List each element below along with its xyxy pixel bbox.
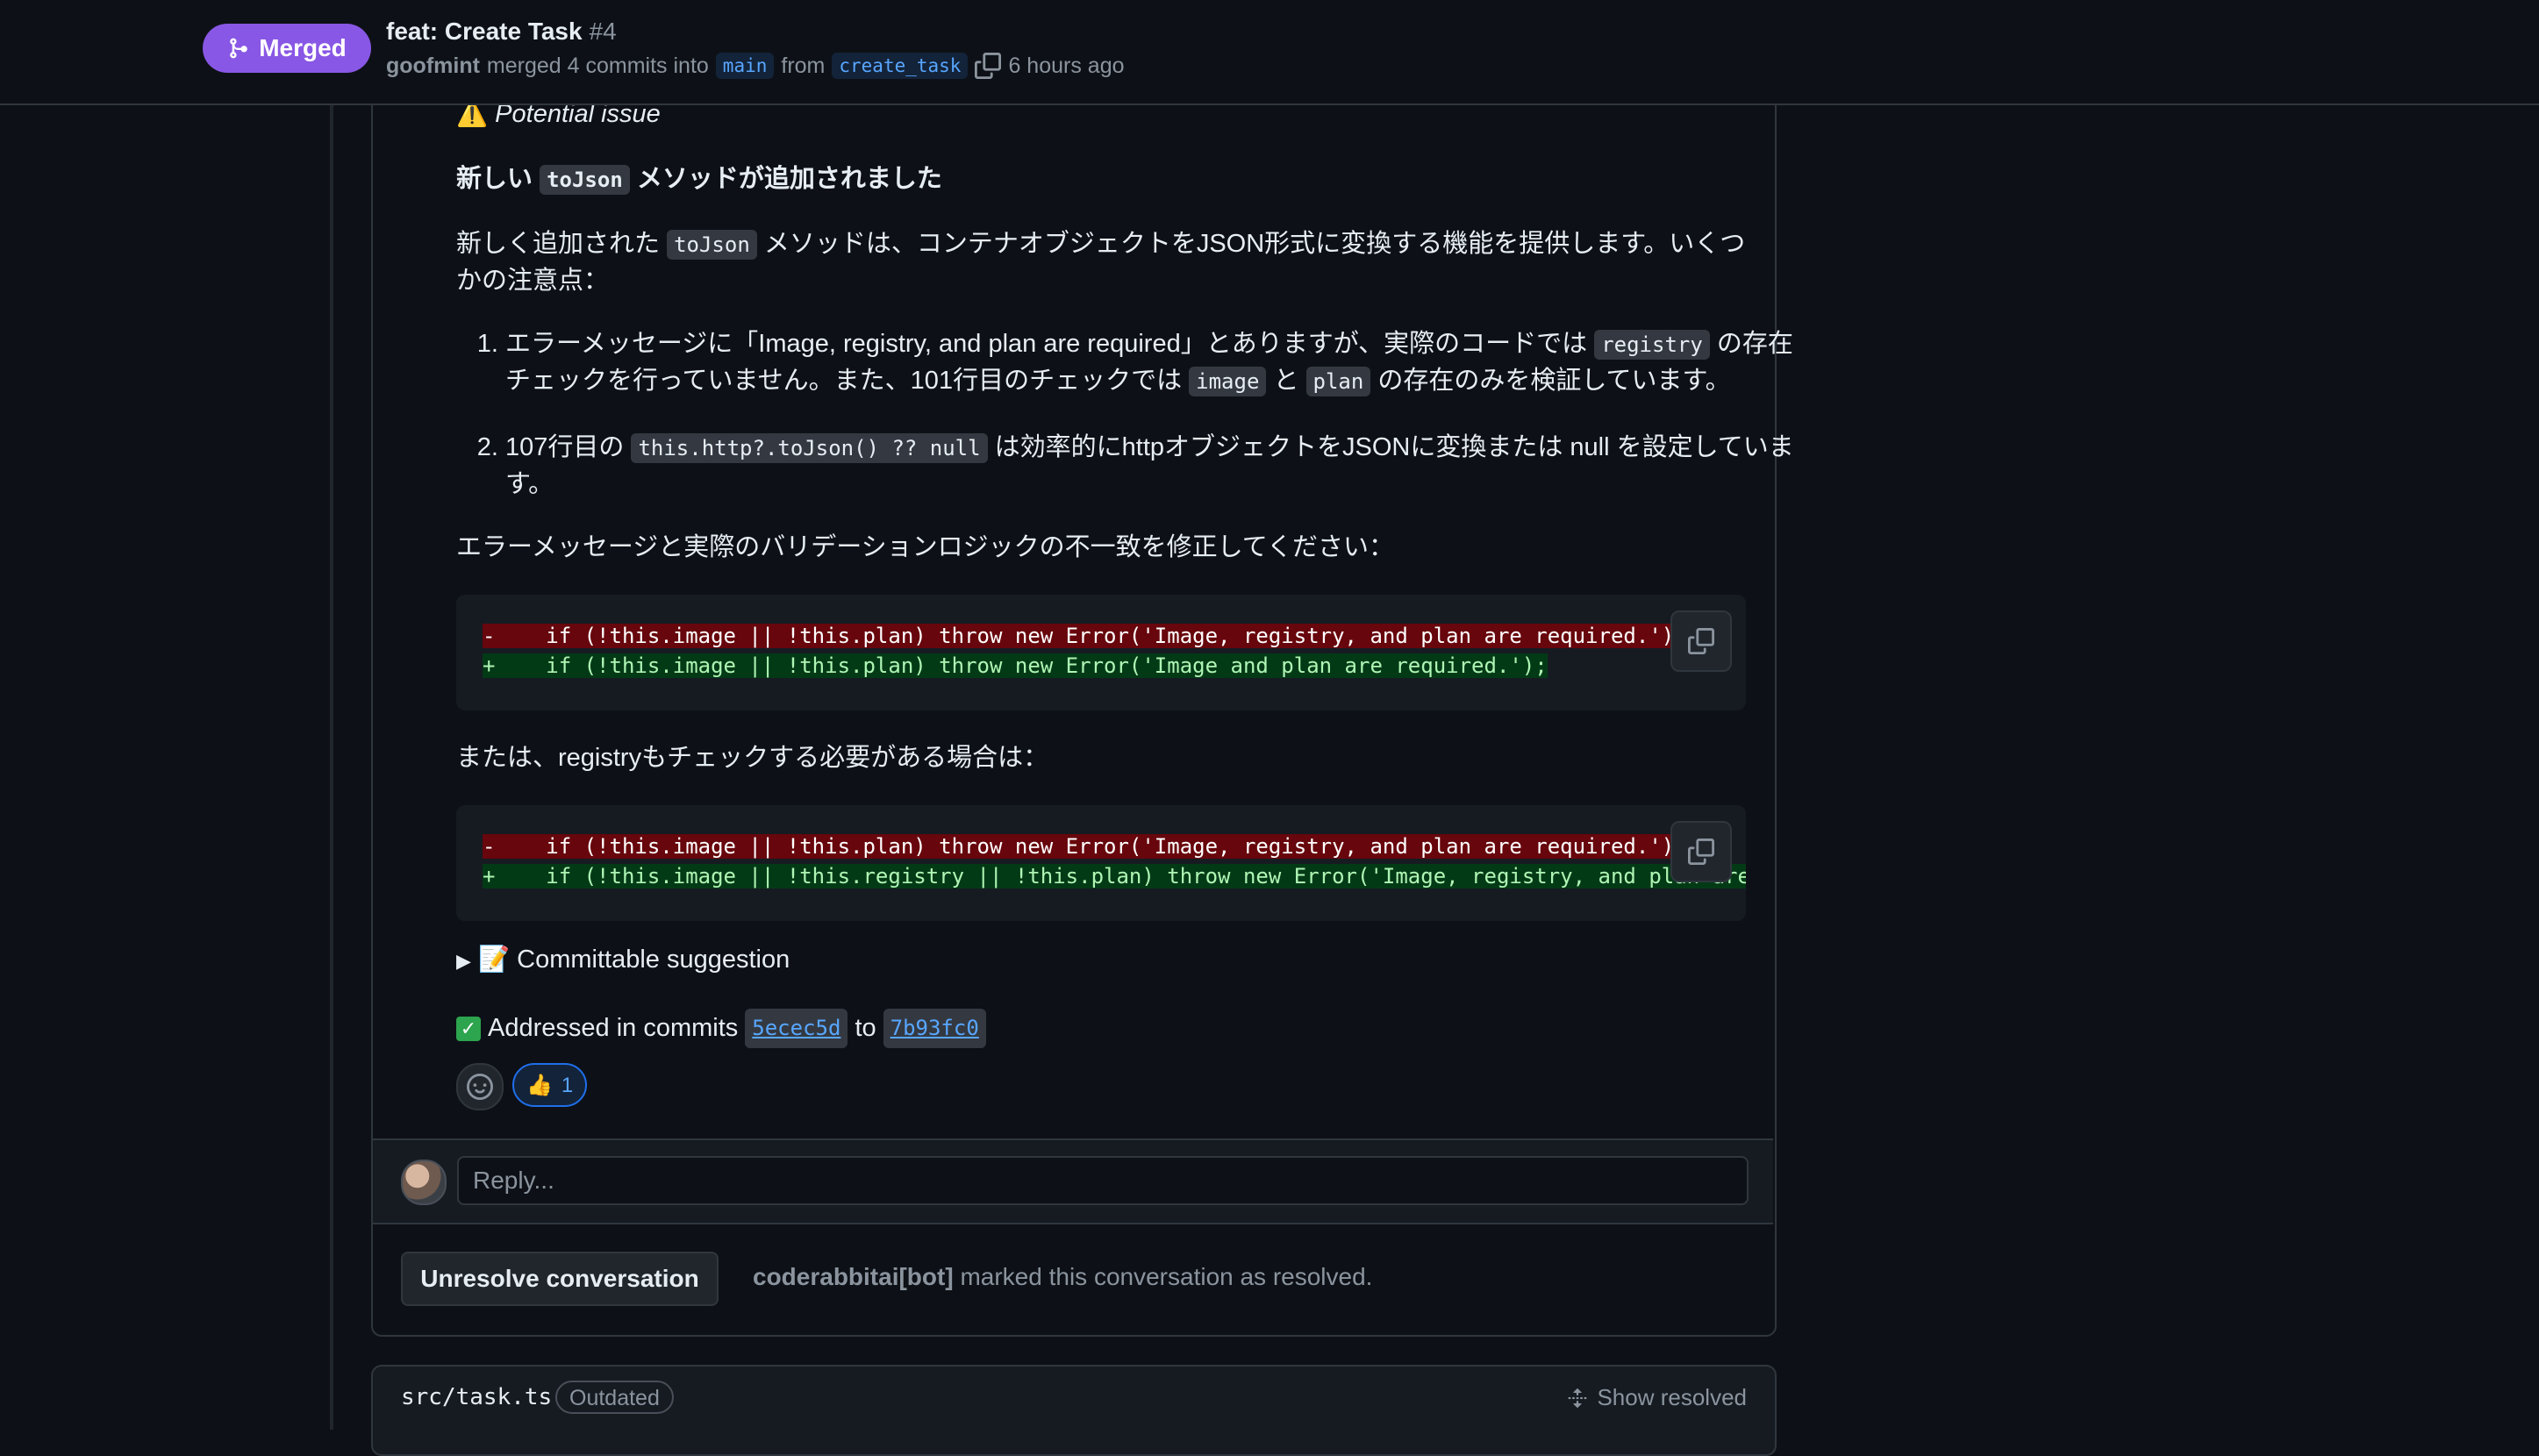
issue-list: エラーメッセージに「Image, registry, and plan are … [456,326,1795,532]
comment-description: 新しく追加された toJson メソッドは、コンテナオブジェクトをJSON形式に… [456,230,1746,295]
check-mark-icon: ✓ [456,1016,481,1041]
diff-code-block: - if (!this.image || !this.plan) throw n… [456,805,1746,921]
memo-icon: 📝 [477,946,511,974]
avatar [401,1160,447,1205]
list-item: エラーメッセージに「Image, registry, and plan are … [505,326,1795,400]
copy-code-button[interactable] [1670,610,1732,672]
copy-icon [1688,839,1714,865]
merged-state-badge: Merged [203,24,371,73]
outdated-badge: Outdated [555,1381,674,1414]
merged-text: merged 4 commits into [486,53,709,78]
merge-time: 6 hours ago [1008,53,1125,78]
head-branch[interactable]: create_task [832,53,969,79]
addressed-in-commits: ✓ Addressed in commits 5ecec5d to 7b93fc… [456,1009,986,1048]
reactions-bar: 👍 1 [456,1063,588,1110]
author-link[interactable]: goofmint [386,54,480,79]
committable-suggestion-toggle[interactable]: ▶ 📝 Committable suggestion [456,942,790,979]
add-reaction-button[interactable] [456,1063,504,1110]
reply-row [373,1138,1773,1224]
pr-sticky-header: Merged feat: Create Task #4 goofmint merg… [0,0,2539,105]
reply-input[interactable] [457,1156,1749,1205]
diff-addition-line: + if (!this.image || !this.registry || !… [483,861,1746,891]
commit-sha-from[interactable]: 5ecec5d [745,1009,848,1048]
copy-icon [1688,628,1714,654]
next-file-thread-header: src/task.ts Outdated Show resolved [371,1365,1777,1456]
diff-code-block: - if (!this.image || !this.plan) throw n… [456,595,1746,710]
base-branch[interactable]: main [715,53,775,79]
git-merge-icon [230,38,247,59]
pr-merge-summary: goofmint merged 4 commits into main from… [386,53,1125,79]
diff-deletion-line: - if (!this.image || !this.plan) throw n… [483,624,1687,648]
from-text: from [781,53,826,78]
thumbs-up-icon: 👍 [526,1073,553,1097]
copy-branch-icon[interactable] [975,53,1002,79]
unfold-icon [1568,1388,1587,1408]
pr-title-text: feat: Create Task [386,18,583,45]
diff-addition-line: + if (!this.image || !this.plan) throw n… [483,653,1548,678]
resolved-status: coderabbitai[bot] marked this conversati… [753,1263,1373,1290]
fix-instruction: エラーメッセージと実際のバリデーションロジックの不一致を修正してください： [456,533,1394,561]
state-label: Merged [259,34,347,61]
commit-sha-to[interactable]: 7b93fc0 [883,1009,986,1048]
unresolve-conversation-button[interactable]: Unresolve conversation [401,1252,719,1306]
timeline-line [330,103,333,1430]
resolver-name[interactable]: coderabbitai[bot] [753,1263,954,1290]
show-resolved-button[interactable]: Show resolved [1567,1384,1747,1411]
comment-heading: 新しい toJson メソッドが追加されました [456,165,942,195]
thumbs-up-reaction[interactable]: 👍 1 [512,1063,588,1107]
alternative-instruction: または、registryもチェックする必要がある場合は： [456,744,1049,772]
smiley-icon [467,1074,493,1100]
list-item: 107行目の this.http?.toJson() ?? null は効率的に… [505,430,1795,503]
copy-code-button[interactable] [1670,821,1732,882]
page-title: feat: Create Task #4 [386,18,617,46]
diff-deletion-line: - if (!this.image || !this.plan) throw n… [483,834,1687,859]
file-path[interactable]: src/task.ts [401,1384,552,1410]
disclosure-triangle-icon: ▶ [456,950,471,972]
pr-number: #4 [589,18,617,45]
reaction-count: 1 [561,1073,574,1097]
